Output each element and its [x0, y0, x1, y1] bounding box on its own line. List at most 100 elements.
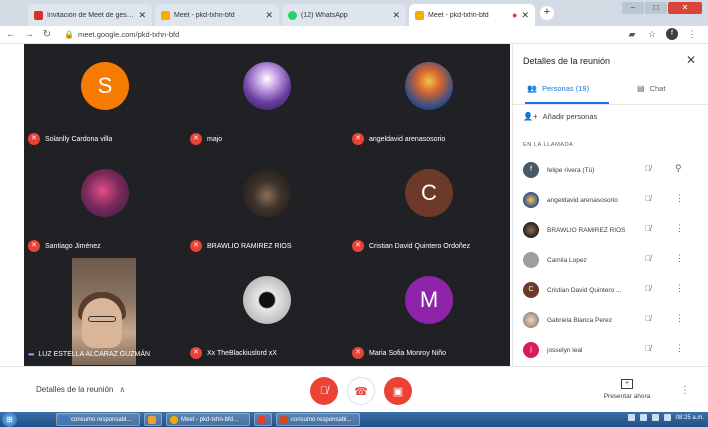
avatar: f — [523, 162, 539, 178]
close-icon[interactable]: ✕ — [138, 10, 146, 21]
participant-tile[interactable]: ✕ Santiago Jiménez — [24, 151, 186, 258]
meet-icon — [415, 10, 424, 20]
battery-icon[interactable] — [651, 414, 659, 421]
chrome-icon — [170, 415, 178, 424]
back-arrow-icon[interactable]: ← — [4, 29, 18, 40]
participant-tile[interactable]: ✕ majo — [186, 44, 348, 151]
mic-toggle-button[interactable]: 🎙̸ — [310, 377, 338, 405]
participant-label: ✕ Xx TheBlackiuslord xX — [190, 347, 277, 359]
mic-off-icon: ✕ — [28, 133, 40, 145]
participant-row[interactable]: C Cristian David Quintero ... 🎙̸ ⋮ — [523, 280, 703, 300]
participant-row[interactable]: f felipe rivera (Tú) 🎙̸ ⚲ — [523, 160, 703, 180]
more-options-icon[interactable]: ⋮ — [675, 193, 684, 204]
add-people-button[interactable]: 👤+ Añadir personas — [523, 112, 597, 121]
phone-hang-up-icon: ☎ — [354, 385, 368, 398]
browser-tab[interactable]: Invitación de Meet de gestion so ✕ — [28, 4, 152, 26]
bookmark-star-icon[interactable]: ☆ — [646, 28, 658, 40]
participant-name: Xx TheBlackiuslord xX — [207, 349, 277, 357]
more-options-icon[interactable]: ⋮ — [675, 343, 684, 354]
camera-indicator-icon[interactable]: ▰ — [626, 28, 638, 40]
more-options-icon[interactable]: ⋮ — [675, 283, 684, 294]
mic-off-icon: ✕ — [190, 240, 202, 252]
avatar — [523, 222, 539, 238]
browser-tab-strip: Invitación de Meet de gestion so ✕ Meet … — [0, 0, 708, 26]
participant-tile[interactable]: ✕ Xx TheBlackiuslord xX — [186, 258, 348, 365]
new-tab-button[interactable]: + — [540, 6, 554, 20]
participant-tile[interactable]: ✕ BRAWLIO RAMIREZ RIOS — [186, 151, 348, 258]
participant-name: Cristian David Quintero Ordoñez — [369, 242, 471, 250]
video-feed — [72, 258, 136, 365]
present-screen-icon: + — [621, 379, 633, 389]
mic-off-icon: 🎙̸ — [645, 284, 651, 293]
participant-tile[interactable]: ••• LUZ ESTELLA ALCARAZ GUZMÁN — [24, 258, 186, 365]
flag-icon[interactable] — [663, 414, 671, 421]
participant-row[interactable]: Camila Lopez 🎙̸ ⋮ — [523, 250, 703, 270]
more-options-icon[interactable]: ⋮ — [675, 253, 684, 264]
close-icon[interactable]: ✕ — [392, 10, 400, 21]
clock[interactable]: 08:25 a.m. — [676, 415, 704, 421]
browser-tab[interactable]: Meet - pkd-txhn-bfd ✕ — [155, 4, 279, 26]
gmail-icon — [34, 10, 43, 20]
avatar — [405, 62, 453, 110]
participant-tile[interactable]: ✕ angeldavid arenasosorio — [348, 44, 510, 151]
maximize-button[interactable]: □ — [645, 2, 667, 14]
browser-tab-active[interactable]: Meet - pkd-txhn-bfd ● ✕ — [409, 4, 535, 26]
participant-name: felipe rivera (Tú) — [547, 166, 595, 174]
taskbar-item[interactable]: Meet - pkd-txhn-bfd... — [166, 413, 250, 426]
mic-off-icon: ✕ — [352, 347, 364, 359]
participant-tile[interactable]: S ✕ Solanlly Cardona villa — [24, 44, 186, 151]
participant-label: ✕ Maria Sofia Monroy Niño — [352, 347, 446, 359]
participant-name: Cristian David Quintero ... — [547, 286, 622, 294]
taskbar-item[interactable] — [254, 413, 272, 426]
tab-chat[interactable]: ▤ Chat — [637, 84, 665, 93]
tab-chat-label: Chat — [649, 84, 666, 93]
participant-row[interactable]: angeldavid arenasosorio 🎙̸ ⋮ — [523, 190, 703, 210]
participant-name: majo — [207, 135, 223, 143]
participant-name: Camila Lopez — [547, 256, 587, 264]
network-icon[interactable] — [627, 414, 635, 421]
camera-toggle-button[interactable]: ▣ — [384, 377, 412, 405]
participant-tile[interactable]: M ✕ Maria Sofia Monroy Niño — [348, 258, 510, 365]
chat-icon: ▤ — [637, 84, 645, 93]
url-field[interactable]: meet.google.com/pkd-txhn-bfd — [78, 30, 179, 39]
participant-row[interactable]: BRAWLIO RAMIREZ RIOS 🎙̸ ⋮ — [523, 220, 703, 240]
more-options-icon[interactable]: ⋮ — [675, 223, 684, 234]
forward-arrow-icon[interactable]: → — [22, 29, 36, 40]
present-now-button[interactable]: + Presentar ahora — [592, 379, 662, 400]
close-icon[interactable]: ✕ — [265, 10, 273, 21]
participant-row[interactable]: Gabriela Blanca Perez 🎙̸ ⋮ — [523, 310, 703, 330]
participant-label: ✕ majo — [190, 133, 222, 145]
tab-title: (12) WhatsApp — [301, 11, 348, 19]
lock-icon[interactable]: 🔒 — [64, 30, 74, 39]
mic-off-icon: 🎙̸ — [645, 314, 651, 323]
profile-avatar[interactable]: f — [666, 28, 678, 40]
system-tray: 08:25 a.m. — [627, 414, 704, 421]
mic-off-icon: 🎙̸ — [319, 385, 329, 397]
reload-icon[interactable]: ↻ — [40, 29, 54, 40]
meeting-details-panel: Detalles de la reunión ✕ 👥 Personas (19)… — [512, 44, 708, 366]
taskbar-item[interactable]: consumo responsabl... — [276, 413, 360, 426]
volume-icon[interactable] — [639, 414, 647, 421]
participant-tile[interactable]: C ✕ Cristian David Quintero Ordoñez — [348, 151, 510, 258]
window-close-button[interactable]: ✕ — [668, 2, 702, 14]
close-icon[interactable]: ✕ — [686, 53, 696, 67]
panel-title: Detalles de la reunión — [523, 56, 611, 66]
start-button[interactable]: ⊞ — [2, 412, 17, 427]
participant-row[interactable]: j josselyn leal 🎙̸ ⋮ — [523, 340, 703, 360]
participant-label: ✕ Santiago Jiménez — [28, 240, 101, 252]
participant-name: Santiago Jiménez — [45, 242, 101, 250]
app-icon — [258, 415, 266, 424]
more-options-icon[interactable]: ⋮ — [680, 385, 690, 396]
pin-icon[interactable]: ⚲ — [675, 163, 682, 174]
taskbar-item[interactable]: consumo responsabl... — [56, 413, 140, 426]
minimize-button[interactable]: – — [622, 2, 644, 14]
meeting-details-button[interactable]: Detalles de la reunión ∧ — [36, 385, 125, 394]
browser-tab[interactable]: (12) WhatsApp ✕ — [282, 4, 406, 26]
hang-up-button[interactable]: ☎ — [347, 377, 375, 405]
tab-people[interactable]: 👥 Personas (19) — [527, 84, 589, 93]
close-icon[interactable]: ✕ — [521, 10, 529, 21]
menu-kebab-icon[interactable]: ⋮ — [686, 28, 698, 40]
more-options-icon[interactable]: ⋮ — [675, 313, 684, 324]
avatar — [523, 192, 539, 208]
taskbar-item[interactable] — [144, 413, 162, 426]
